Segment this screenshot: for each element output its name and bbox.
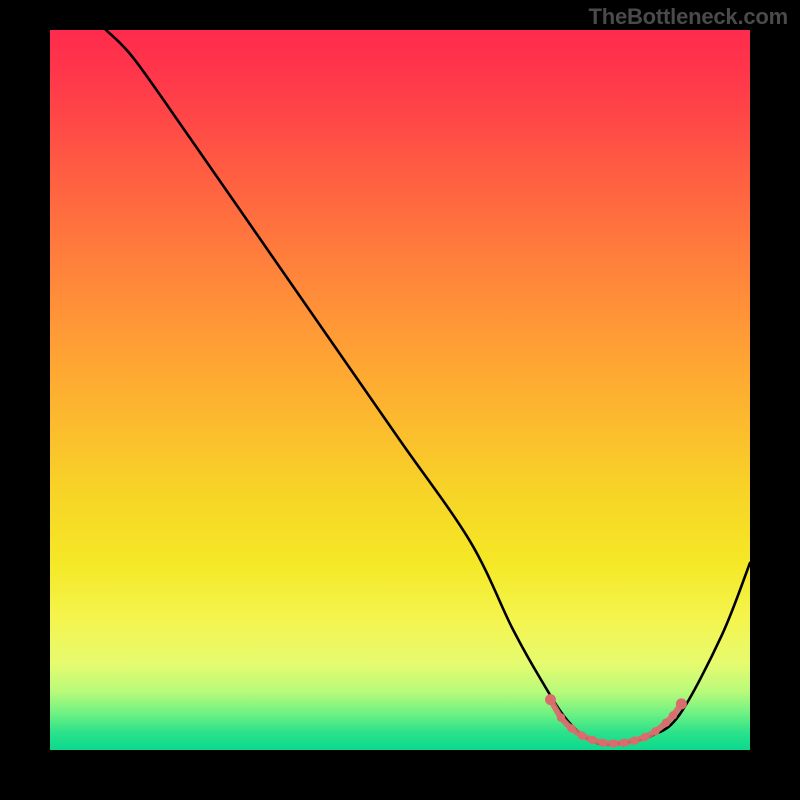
highlight-dot: [676, 698, 687, 709]
highlight-line: [551, 700, 682, 744]
highlight-dot: [662, 718, 670, 726]
highlight-dot: [578, 731, 586, 739]
highlight-dot: [651, 727, 659, 735]
highlight-dot: [641, 733, 649, 741]
chart-frame: TheBottleneck.com: [0, 0, 800, 800]
highlight-dot: [557, 713, 565, 721]
highlight-dot: [567, 724, 575, 732]
plot-area: [50, 30, 750, 750]
highlight-dot: [669, 711, 677, 719]
highlight-dot: [588, 736, 596, 744]
curve-line: [106, 30, 750, 745]
highlight-dot: [620, 739, 628, 747]
highlight-dot: [630, 736, 638, 744]
attribution-label: TheBottleneck.com: [588, 4, 788, 30]
chart-svg: [50, 30, 750, 750]
highlight-dot: [545, 694, 556, 705]
highlight-dot: [599, 739, 607, 747]
highlight-dot: [609, 739, 617, 747]
